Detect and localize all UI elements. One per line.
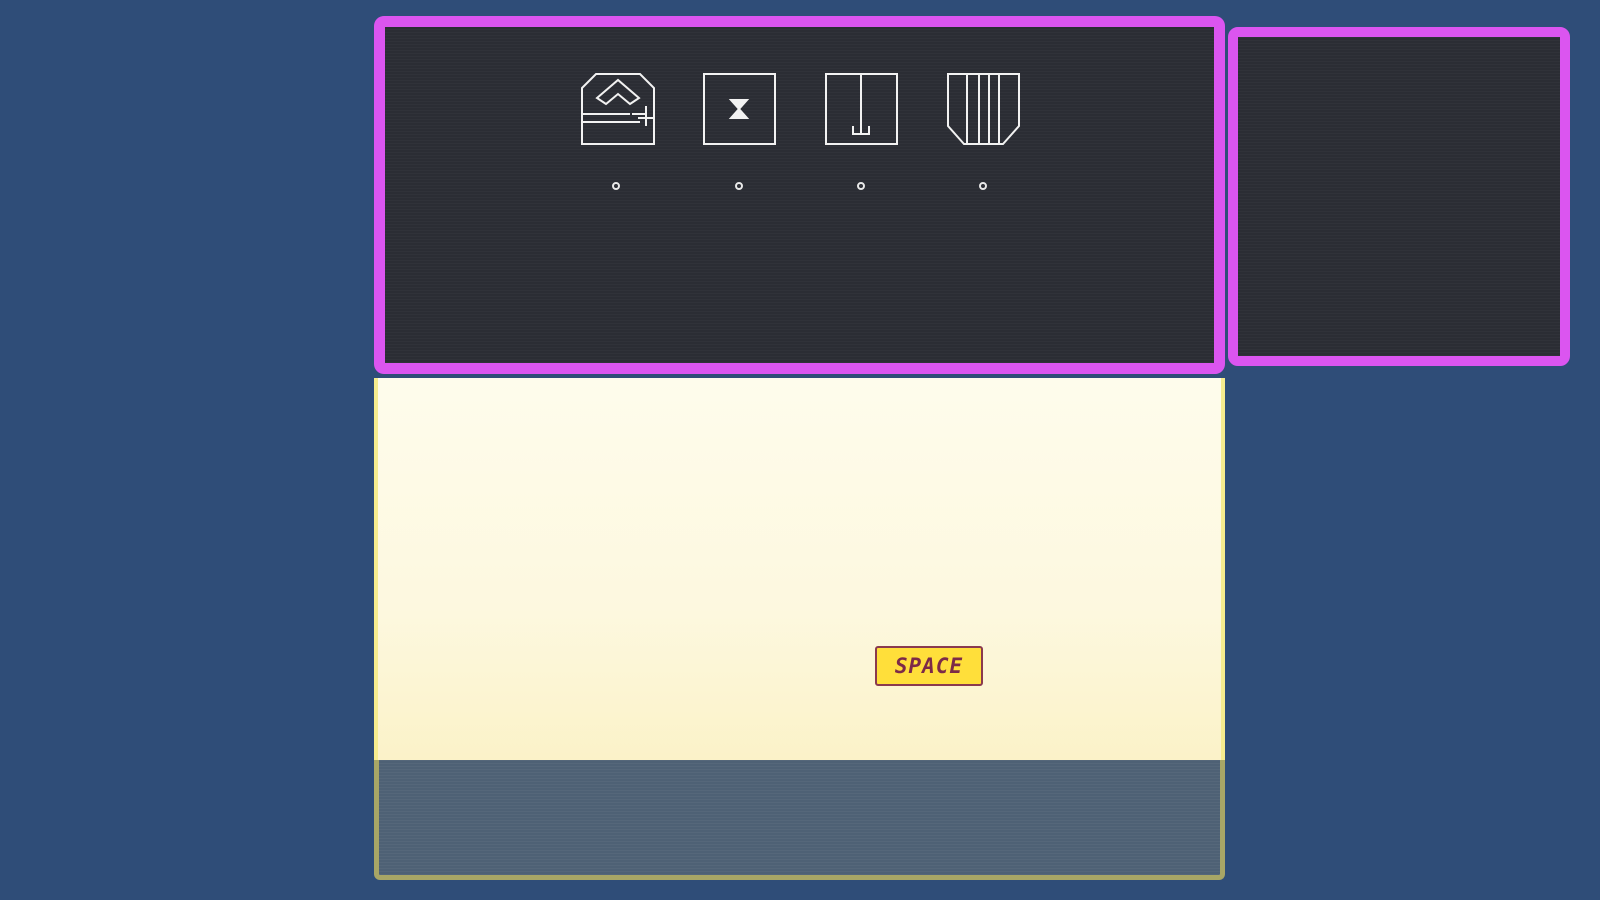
space-key-prompt: SPACE	[875, 646, 983, 686]
target-slot-2-hourglass-glyph-icon	[703, 73, 776, 145]
target-slot-1-roof-hook-glyph-icon	[581, 73, 655, 145]
bottom-tray-panel	[374, 760, 1225, 880]
target-slot-4-striped-shield-glyph-icon	[947, 73, 1020, 145]
target-slot-3-status-dot	[857, 182, 865, 190]
target-slot-4-status-dot	[979, 182, 987, 190]
target-slot-1-status-dot	[612, 182, 620, 190]
target-slot-2-status-dot	[735, 182, 743, 190]
target-slot-3-anchor-line-glyph-icon	[825, 73, 898, 145]
glyph-board-art	[374, 378, 855, 384]
glyph-board	[374, 378, 1225, 762]
